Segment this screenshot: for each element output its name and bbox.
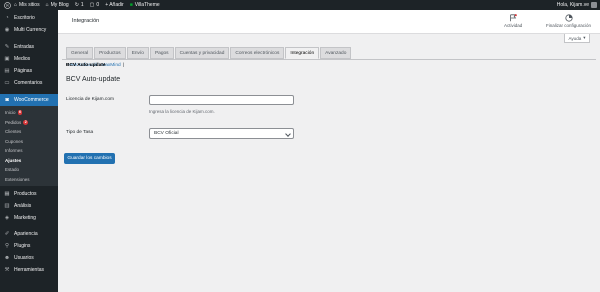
sidebar-item-marketing[interactable]: ◈ Marketing <box>0 212 58 224</box>
tools-icon: ⚒ <box>4 267 10 273</box>
marketing-icon: ◈ <box>4 215 10 221</box>
subsection-current: BCV Auto-update <box>66 63 106 68</box>
pages-icon: ▤ <box>4 68 10 74</box>
my-sites-menu[interactable]: ⌂ Mis sitios <box>14 2 40 8</box>
svg-text:W: W <box>5 3 9 7</box>
sidebar-item-media[interactable]: ▣ Medios <box>0 53 58 65</box>
sidebar-item-tools[interactable]: ⚒ Herramientas <box>0 264 58 276</box>
tab-shipping[interactable]: Envío <box>126 47 149 59</box>
sidebar-item-multi-currency[interactable]: ◉ Multi Currency <box>0 24 58 36</box>
account-menu[interactable]: Hola, Kijam.ve <box>557 0 597 10</box>
comments-menu[interactable]: ▢ 0 <box>90 2 100 8</box>
my-sites-icon: ⌂ <box>14 2 18 8</box>
site-name-menu[interactable]: ⌂ My Blog <box>46 2 69 8</box>
subsection-nav: Geolocalización MaxMind | BCV Auto-updat… <box>66 63 124 68</box>
sidebar-item-products[interactable]: ▦ Productos <box>0 188 58 200</box>
wordpress-logo-icon[interactable]: W <box>0 0 14 10</box>
avatar <box>591 2 597 8</box>
tab-products[interactable]: Productos <box>94 47 126 59</box>
products-icon: ▦ <box>4 191 10 197</box>
help-tab-button[interactable]: Ayuda ▾ <box>564 34 590 43</box>
woocommerce-icon: ◙ <box>5 97 9 103</box>
license-input[interactable] <box>149 95 294 105</box>
villatheme-menu[interactable]: ■ VillaTheme <box>130 2 160 8</box>
subsection-separator: | <box>122 63 124 68</box>
media-icon: ▣ <box>4 56 10 62</box>
pin-icon: ✎ <box>4 44 10 50</box>
admin-bar: W ⌂ Mis sitios ⌂ My Blog ↻ 1 ▢ 0 + Añadir ■ V… <box>0 0 600 10</box>
submenu-item-reports[interactable]: Informes <box>0 146 58 156</box>
sidebar-item-comments[interactable]: ▭ Comentarios <box>0 77 58 89</box>
submenu-item-home[interactable]: Inicio 6 <box>0 108 58 118</box>
woocommerce-submenu: Inicio 6 Pedidos 2 Clientes Cupones Inform… <box>0 106 58 186</box>
tab-emails[interactable]: Correos electrónicos <box>230 47 285 59</box>
appearance-icon: ✐ <box>4 231 10 237</box>
rate-type-label: Tipo de Tasa <box>66 130 94 135</box>
tab-payments[interactable]: Pagos <box>149 47 174 59</box>
sidebar-item-pages[interactable]: ▤ Páginas <box>0 65 58 77</box>
notification-badge: 6 <box>17 110 23 116</box>
license-description: Ingresa la licencia de Kijam.com. <box>149 109 215 114</box>
section-title: BCV Auto-update <box>66 76 121 83</box>
rate-type-select[interactable]: BCV Oficial <box>149 128 294 139</box>
tab-accounts-privacy[interactable]: Cuentas y privacidad <box>174 47 230 59</box>
flag-icon <box>510 14 517 22</box>
sidebar-item-plugins[interactable]: ⚲ Plugins <box>0 240 58 252</box>
save-button[interactable]: Guardar los cambios <box>64 153 115 164</box>
submenu-item-coupons[interactable]: Cupones <box>0 137 58 147</box>
submenu-item-status[interactable]: Estado <box>0 165 58 175</box>
updates-menu[interactable]: ↻ 1 <box>75 2 84 8</box>
woocommerce-header: Integración Actividad Finalizar configur… <box>58 10 600 34</box>
submenu-item-extensions[interactable]: Extensiones <box>0 175 58 185</box>
dashboard-icon: ◔ <box>5 15 9 21</box>
page-title: Integración <box>72 18 100 24</box>
license-label: Licencia de Kijam.com <box>66 97 114 102</box>
progress-circle-icon <box>564 14 573 22</box>
users-icon: ☻ <box>4 255 10 261</box>
chevron-down-icon: ▾ <box>583 35 586 40</box>
analytics-icon: ▥ <box>4 203 10 209</box>
plugins-icon: ⚲ <box>4 243 10 249</box>
tabs-divider <box>62 59 596 60</box>
notification-badge: 2 <box>23 119 29 125</box>
sidebar-item-appearance[interactable]: ✐ Apariencia <box>0 228 58 240</box>
new-content-menu[interactable]: + Añadir <box>105 2 124 8</box>
sidebar-item-analytics[interactable]: ▥ Análisis <box>0 200 58 212</box>
tab-advanced[interactable]: Avanzado <box>320 47 352 59</box>
sidebar-item-woocommerce[interactable]: ◙ WooCommerce <box>0 94 58 106</box>
sidebar-item-users[interactable]: ☻ Usuarios <box>0 252 58 264</box>
chevron-down-icon <box>285 131 291 137</box>
tab-integration[interactable]: Integración <box>285 47 320 59</box>
finish-setup-button[interactable]: Finalizar configuración <box>546 14 591 28</box>
activity-button[interactable]: Actividad <box>504 14 522 28</box>
villatheme-icon: ■ <box>129 2 133 8</box>
submenu-item-orders[interactable]: Pedidos 2 <box>0 118 58 128</box>
currency-icon: ◉ <box>4 27 10 33</box>
submenu-item-customers[interactable]: Clientes <box>0 127 58 137</box>
submenu-item-settings[interactable]: Ajustes <box>0 156 58 166</box>
sidebar-item-posts[interactable]: ✎ Entradas <box>0 41 58 53</box>
comment-bubble-icon: ▢ <box>89 2 95 8</box>
updates-icon: ↻ <box>74 2 79 8</box>
admin-sidebar: ◔ Escritorio ◉ Multi Currency ✎ Entradas ▣ M… <box>0 10 58 292</box>
settings-tabs: General Productos Envío Pagos Cuentas y … <box>66 47 352 59</box>
sidebar-item-dashboard[interactable]: ◔ Escritorio <box>0 12 58 24</box>
tab-general[interactable]: General <box>66 47 94 59</box>
home-icon: ⌂ <box>45 2 49 8</box>
comments-icon: ▭ <box>4 80 10 86</box>
